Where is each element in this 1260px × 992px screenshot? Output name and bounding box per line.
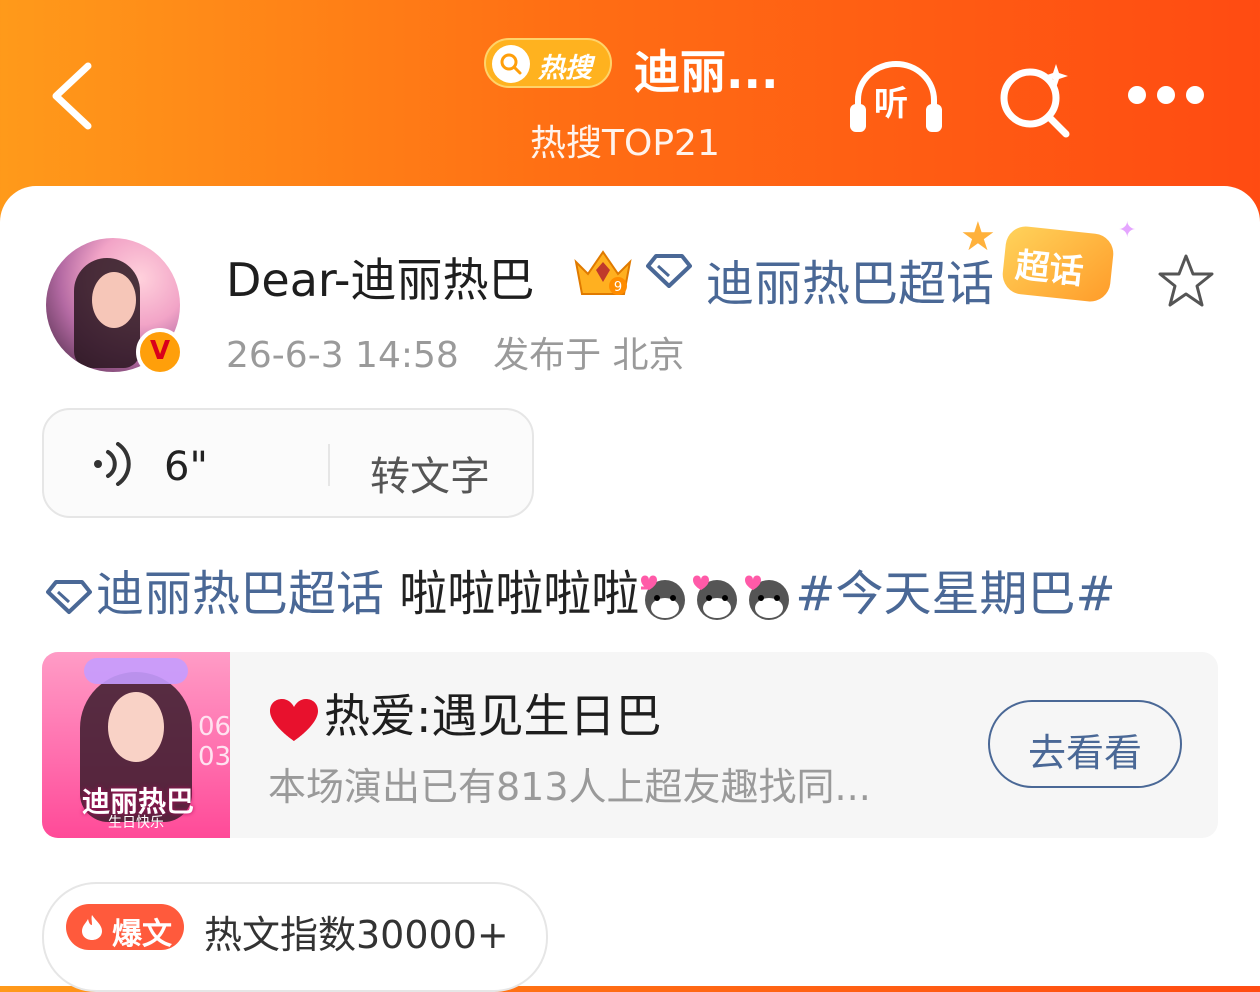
poster-subtitle: 生日快乐 [108, 815, 164, 831]
post-content: 迪丽热巴超话 啦啦啦啦啦 #今天星期巴# [46, 554, 1116, 624]
voice-message[interactable]: 6" 转文字 [42, 408, 534, 518]
cat-emoji-icon [641, 575, 686, 620]
verified-badge: V [136, 328, 184, 376]
star-decoration-icon: ★ [960, 214, 996, 260]
content-text: 啦啦啦啦啦 [399, 566, 640, 622]
chevron-left-icon [52, 62, 92, 130]
super-topic-diamond-icon [646, 254, 692, 288]
event-title: 热爱:遇见生日巴 [268, 680, 662, 746]
listen-button[interactable]: 听 [848, 60, 944, 136]
event-poster: 06 03 迪丽热巴 生日快乐 [42, 652, 232, 838]
super-topic-link[interactable]: 迪丽热巴超话 [706, 244, 994, 314]
content-topic-link[interactable]: 迪丽热巴超话 [96, 566, 384, 622]
cat-emoji-icon [745, 575, 790, 620]
content-hashtag[interactable]: #今天星期巴# [795, 566, 1115, 622]
go-see-button-label: 去看看 [1027, 731, 1142, 775]
dot-icon [1186, 86, 1204, 104]
post-meta: 26-6-3 14:58 发布于 北京 [226, 335, 685, 376]
super-topic-diamond-icon [46, 580, 92, 614]
search-sparkle-icon [1000, 64, 1070, 138]
super-topic-badge[interactable]: 超话 [1000, 224, 1116, 304]
dot-icon [1128, 86, 1146, 104]
event-title-text: 热爱:遇见生日巴 [324, 689, 662, 743]
back-button[interactable] [44, 58, 104, 134]
top-navigation-bar: 热搜 迪丽... 热搜TOP21 听 [0, 0, 1260, 200]
hot-search-badge-label: 热搜 [538, 53, 592, 84]
crown-icon: 9 [572, 248, 634, 298]
go-see-button[interactable]: 去看看 [988, 700, 1182, 788]
to-text-button[interactable]: 转文字 [370, 444, 490, 502]
search-button[interactable] [996, 60, 1076, 140]
username[interactable]: Dear-迪丽热巴 [226, 244, 534, 310]
poster-date: 06 03 [198, 712, 232, 772]
event-card[interactable]: 06 03 迪丽热巴 生日快乐 热爱:遇见生日巴 本场演出已有813人上超友趣找… [42, 652, 1218, 838]
super-topic-badge-label: 超话 [1013, 245, 1086, 293]
svg-text:9: 9 [614, 280, 622, 295]
hot-index-text: 热文指数30000+ [204, 913, 509, 957]
search-icon [492, 45, 530, 83]
hot-article-badge: 爆文 [66, 904, 184, 952]
event-description: 本场演出已有813人上超友趣找同... [268, 765, 871, 809]
header-title[interactable]: 迪丽... [634, 36, 778, 102]
voice-duration: 6" [164, 444, 208, 490]
cat-emoji-icon [693, 575, 738, 620]
sparkle-decoration-icon: ✦ [1118, 218, 1137, 243]
heart-icon [270, 698, 318, 741]
more-options-button[interactable] [1124, 84, 1208, 108]
hot-search-badge: 热搜 [484, 38, 612, 88]
sound-wave-icon [94, 442, 131, 486]
hot-index-pill[interactable]: 爆文 热文指数30000+ [42, 882, 548, 992]
star-outline-icon [1158, 254, 1214, 307]
flower-crown [84, 658, 188, 684]
favorite-button[interactable] [1156, 252, 1216, 310]
header-subtitle[interactable]: 热搜TOP21 [530, 114, 720, 166]
flame-icon [82, 915, 102, 940]
hot-article-badge-label: 爆文 [112, 917, 172, 952]
divider [328, 444, 330, 486]
dot-icon [1157, 86, 1175, 104]
listen-label: 听 [874, 84, 908, 124]
